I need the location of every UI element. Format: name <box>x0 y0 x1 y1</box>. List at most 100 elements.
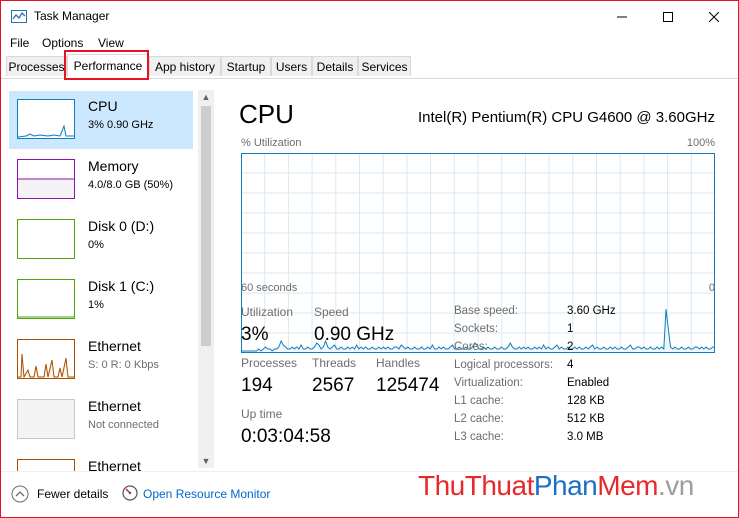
cpu-model-name: Intel(R) Pentium(R) CPU G4600 @ 3.60GHz <box>418 109 715 126</box>
threads-value: 2567 <box>312 375 355 396</box>
scroll-up-icon[interactable]: ▲ <box>198 90 214 104</box>
spec-label-l3-cache: L3 cache: <box>454 431 504 443</box>
spec-value-cores: 2 <box>567 341 574 353</box>
spec-value-sockets: 1 <box>567 323 574 335</box>
window-title: Task Manager <box>34 9 110 23</box>
resource-monitor-icon <box>122 485 138 501</box>
tab-services[interactable]: Services <box>358 56 411 76</box>
sidebar-item-sub: 0% <box>88 239 104 251</box>
spec-label-base-speed: Base speed: <box>454 305 518 317</box>
title-bar[interactable]: Task Manager <box>1 1 738 32</box>
memory-mini-graph <box>18 178 74 198</box>
spec-label-virtualization: Virtualization: <box>454 377 523 389</box>
ethernet-3-thumbnail <box>17 459 75 471</box>
graph-y-label: % Utilization <box>241 137 302 149</box>
watermark-part: .vn <box>658 470 694 501</box>
sidebar-item-label: Ethernet <box>88 338 141 354</box>
sidebar-item-label: Disk 0 (D:) <box>88 218 155 234</box>
sidebar-item-ethernet-3[interactable]: Ethernet <box>9 451 193 471</box>
spec-label-cores: Cores: <box>454 341 488 353</box>
menu-file[interactable]: File <box>10 36 29 50</box>
sidebar-item-label: Ethernet <box>88 398 141 414</box>
graph-y-max-label: 100% <box>686 137 715 149</box>
spec-label-sockets: Sockets: <box>454 323 499 335</box>
disk-0-thumbnail <box>17 219 75 259</box>
memory-thumbnail <box>17 159 75 199</box>
tab-startup[interactable]: Startup <box>221 56 271 76</box>
cpu-mini-graph <box>18 124 74 138</box>
speed-label: Speed <box>314 305 349 319</box>
menu-options[interactable]: Options <box>42 36 83 50</box>
watermark-part: Phan <box>533 470 598 501</box>
sidebar-item-sub: 3% 0.90 GHz <box>88 119 154 131</box>
cpu-thumbnail <box>17 99 75 139</box>
close-button[interactable] <box>691 1 737 32</box>
page-title: CPU <box>239 99 294 129</box>
sidebar-item-disk-0[interactable]: Disk 0 (D:) 0% <box>9 211 193 269</box>
utilization-label: Utilization <box>241 305 294 319</box>
minimize-button[interactable] <box>599 1 645 32</box>
maximize-button[interactable] <box>645 1 691 32</box>
sidebar-item-memory[interactable]: Memory 4.0/8.0 GB (50%) <box>9 151 193 209</box>
threads-label: Threads <box>312 356 357 370</box>
scroll-thumb[interactable] <box>201 106 211 346</box>
spec-label-l2-cache: L2 cache: <box>454 413 504 425</box>
tab-app-history[interactable]: App history <box>149 56 221 76</box>
spec-value-logical-processors: 4 <box>567 359 574 371</box>
sidebar-item-cpu[interactable]: CPU 3% 0.90 GHz <box>9 91 193 149</box>
sidebar-item-label: Memory <box>88 158 139 174</box>
ethernet-2-thumbnail <box>17 399 75 439</box>
spec-value-l2-cache: 512 KB <box>567 413 605 425</box>
ethernet-thumbnail <box>17 339 75 379</box>
cpu-detail-panel: CPU Intel(R) Pentium(R) CPU G4600 @ 3.60… <box>216 79 738 471</box>
sidebar-item-ethernet[interactable]: Ethernet S: 0 R: 0 Kbps <box>9 331 193 389</box>
ethernet-mini-graph <box>18 353 74 378</box>
sidebar-item-label: CPU <box>88 98 118 114</box>
open-resource-monitor-link[interactable]: Open Resource Monitor <box>143 487 270 501</box>
sidebar-item-ethernet-2[interactable]: Ethernet Not connected <box>9 391 193 449</box>
performance-sidebar: CPU 3% 0.90 GHz Memory 4.0/8.0 GB (50%) … <box>1 79 215 471</box>
sidebar-item-disk-1[interactable]: Disk 1 (C:) 1% <box>9 271 193 329</box>
sidebar-item-label: Ethernet <box>88 458 141 471</box>
spec-value-virtualization: Enabled <box>567 377 610 389</box>
uptime-label: Up time <box>241 407 283 421</box>
disk-1-mini-graph <box>18 316 74 318</box>
handles-value: 125474 <box>376 375 440 396</box>
sidebar-item-sub: Not connected <box>88 419 159 431</box>
maximize-icon <box>663 11 673 22</box>
graph-x-left-label: 60 seconds <box>241 282 298 294</box>
menu-view[interactable]: View <box>98 36 124 50</box>
tab-users[interactable]: Users <box>271 56 312 76</box>
scroll-down-icon[interactable]: ▼ <box>198 454 214 468</box>
fewer-details-button[interactable]: Fewer details <box>37 487 108 501</box>
spec-value-base-speed: 3.60 GHz <box>567 305 616 317</box>
chevron-up-circle-icon[interactable] <box>11 485 29 503</box>
watermark-part: Mem <box>597 470 658 501</box>
sidebar-item-sub: 1% <box>88 299 104 311</box>
spec-label-logical-processors: Logical processors: <box>454 359 554 371</box>
tab-details[interactable]: Details <box>312 56 358 76</box>
graph-x-right-label: 0 <box>708 282 715 294</box>
tab-processes[interactable]: Processes <box>6 56 67 76</box>
handles-label: Handles <box>376 356 421 370</box>
watermark-part: Thu <box>418 470 465 501</box>
processes-label: Processes <box>241 356 298 370</box>
sidebar-item-sub: S: 0 R: 0 Kbps <box>88 359 159 371</box>
spec-label-l1-cache: L1 cache: <box>454 395 504 407</box>
tab-performance[interactable]: Performance <box>67 54 149 77</box>
minimize-icon <box>617 16 627 17</box>
task-manager-window: Task Manager File Options View Processes… <box>0 0 739 518</box>
sidebar-item-label: Disk 1 (C:) <box>88 278 155 294</box>
processes-value: 194 <box>241 375 273 396</box>
utilization-value: 3% <box>241 324 269 345</box>
uptime-value: 0:03:04:58 <box>241 426 331 447</box>
watermark-logo: ThuThuatPhanMem.vn <box>418 470 694 502</box>
tab-bar: Processes Performance App history Startu… <box>1 54 738 79</box>
sidebar-scrollbar[interactable]: ▲ ▼ <box>198 90 214 468</box>
watermark-part: Thuat <box>464 470 535 501</box>
spec-value-l3-cache: 3.0 MB <box>567 431 604 443</box>
close-icon <box>709 11 719 22</box>
speed-value: 0.90 GHz <box>314 324 395 345</box>
disk-1-thumbnail <box>17 279 75 319</box>
sidebar-item-sub: 4.0/8.0 GB (50%) <box>88 179 173 191</box>
